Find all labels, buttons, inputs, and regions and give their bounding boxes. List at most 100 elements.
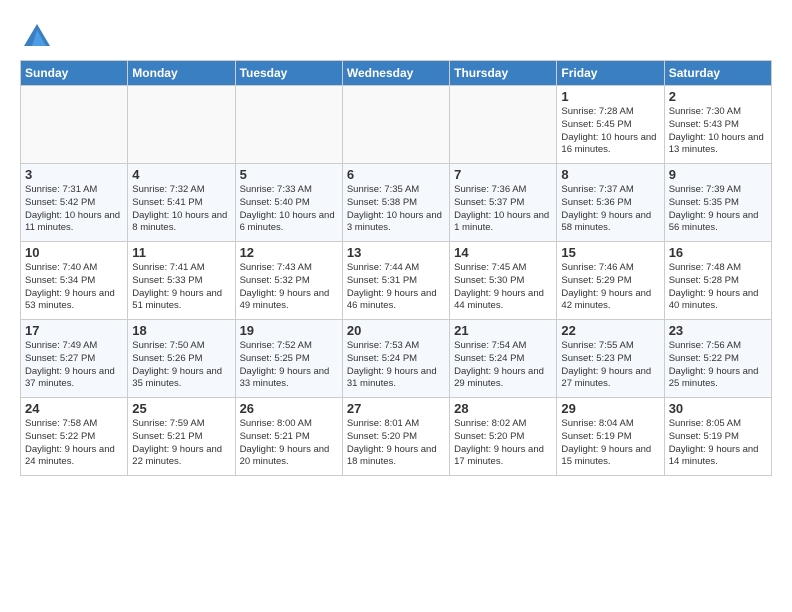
calendar-cell: 16 Sunrise: 7:48 AM Sunset: 5:28 PM Dayli…: [664, 242, 771, 320]
weekday-wednesday: Wednesday: [342, 61, 449, 86]
weekday-tuesday: Tuesday: [235, 61, 342, 86]
week-row-0: 1 Sunrise: 7:28 AM Sunset: 5:45 PM Daylig…: [21, 86, 772, 164]
day-number: 3: [25, 167, 123, 182]
calendar-cell: 20 Sunrise: 7:53 AM Sunset: 5:24 PM Dayli…: [342, 320, 449, 398]
day-info: Sunrise: 7:32 AM Sunset: 5:41 PM Dayligh…: [132, 184, 230, 235]
day-number: 26: [240, 401, 338, 416]
day-info: Sunrise: 8:01 AM Sunset: 5:20 PM Dayligh…: [347, 418, 445, 469]
calendar-cell: 19 Sunrise: 7:52 AM Sunset: 5:25 PM Dayli…: [235, 320, 342, 398]
calendar: SundayMondayTuesdayWednesdayThursdayFrid…: [20, 60, 772, 476]
day-info: Sunrise: 7:37 AM Sunset: 5:36 PM Dayligh…: [561, 184, 659, 235]
calendar-cell: 2Sunrise: 7:30 AM Sunset: 5:43 PM Daylig…: [664, 86, 771, 164]
day-info: Sunrise: 7:56 AM Sunset: 5:22 PM Dayligh…: [669, 340, 767, 391]
day-info: Sunrise: 7:31 AM Sunset: 5:42 PM Dayligh…: [25, 184, 123, 235]
calendar-cell: 11Sunrise: 7:41 AM Sunset: 5:33 PM Dayli…: [128, 242, 235, 320]
calendar-cell: [450, 86, 557, 164]
day-info: Sunrise: 8:04 AM Sunset: 5:19 PM Dayligh…: [561, 418, 659, 469]
day-number: 6: [347, 167, 445, 182]
calendar-cell: 27 Sunrise: 8:01 AM Sunset: 5:20 PM Dayli…: [342, 398, 449, 476]
calendar-cell: 29 Sunrise: 8:04 AM Sunset: 5:19 PM Dayli…: [557, 398, 664, 476]
page: SundayMondayTuesdayWednesdayThursdayFrid…: [0, 0, 792, 492]
calendar-cell: 21 Sunrise: 7:54 AM Sunset: 5:24 PM Dayli…: [450, 320, 557, 398]
calendar-cell: 7Sunrise: 7:36 AM Sunset: 5:37 PM Daylig…: [450, 164, 557, 242]
header: [20, 16, 772, 50]
calendar-cell: 18 Sunrise: 7:50 AM Sunset: 5:26 PM Dayli…: [128, 320, 235, 398]
day-info: Sunrise: 7:45 AM Sunset: 5:30 PM Dayligh…: [454, 262, 552, 313]
day-info: Sunrise: 7:39 AM Sunset: 5:35 PM Dayligh…: [669, 184, 767, 235]
weekday-saturday: Saturday: [664, 61, 771, 86]
day-info: Sunrise: 7:59 AM Sunset: 5:21 PM Dayligh…: [132, 418, 230, 469]
week-row-4: 24 Sunrise: 7:58 AM Sunset: 5:22 PM Dayli…: [21, 398, 772, 476]
day-info: Sunrise: 8:05 AM Sunset: 5:19 PM Dayligh…: [669, 418, 767, 469]
day-info: Sunrise: 7:40 AM Sunset: 5:34 PM Dayligh…: [25, 262, 123, 313]
day-number: 27: [347, 401, 445, 416]
calendar-cell: 1 Sunrise: 7:28 AM Sunset: 5:45 PM Daylig…: [557, 86, 664, 164]
calendar-cell: 28 Sunrise: 8:02 AM Sunset: 5:20 PM Dayli…: [450, 398, 557, 476]
day-number: 28: [454, 401, 552, 416]
week-row-3: 17 Sunrise: 7:49 AM Sunset: 5:27 PM Dayli…: [21, 320, 772, 398]
day-number: 16: [669, 245, 767, 260]
day-info: Sunrise: 7:52 AM Sunset: 5:25 PM Dayligh…: [240, 340, 338, 391]
calendar-cell: 26 Sunrise: 8:00 AM Sunset: 5:21 PM Dayli…: [235, 398, 342, 476]
day-info: Sunrise: 8:02 AM Sunset: 5:20 PM Dayligh…: [454, 418, 552, 469]
day-info: Sunrise: 7:35 AM Sunset: 5:38 PM Dayligh…: [347, 184, 445, 235]
calendar-cell: 8Sunrise: 7:37 AM Sunset: 5:36 PM Daylig…: [557, 164, 664, 242]
day-number: 19: [240, 323, 338, 338]
calendar-cell: 6 Sunrise: 7:35 AM Sunset: 5:38 PM Daylig…: [342, 164, 449, 242]
day-number: 24: [25, 401, 123, 416]
day-number: 12: [240, 245, 338, 260]
calendar-cell: 25 Sunrise: 7:59 AM Sunset: 5:21 PM Dayli…: [128, 398, 235, 476]
day-info: Sunrise: 8:00 AM Sunset: 5:21 PM Dayligh…: [240, 418, 338, 469]
day-info: Sunrise: 7:43 AM Sunset: 5:32 PM Dayligh…: [240, 262, 338, 313]
logo-icon: [22, 20, 52, 50]
day-number: 9: [669, 167, 767, 182]
day-number: 21: [454, 323, 552, 338]
weekday-friday: Friday: [557, 61, 664, 86]
day-number: 11: [132, 245, 230, 260]
day-number: 15: [561, 245, 659, 260]
calendar-cell: 9 Sunrise: 7:39 AM Sunset: 5:35 PM Daylig…: [664, 164, 771, 242]
calendar-cell: 10 Sunrise: 7:40 AM Sunset: 5:34 PM Dayli…: [21, 242, 128, 320]
week-row-2: 10 Sunrise: 7:40 AM Sunset: 5:34 PM Dayli…: [21, 242, 772, 320]
weekday-thursday: Thursday: [450, 61, 557, 86]
day-number: 29: [561, 401, 659, 416]
day-info: Sunrise: 7:53 AM Sunset: 5:24 PM Dayligh…: [347, 340, 445, 391]
calendar-cell: [21, 86, 128, 164]
day-info: Sunrise: 7:49 AM Sunset: 5:27 PM Dayligh…: [25, 340, 123, 391]
day-info: Sunrise: 7:33 AM Sunset: 5:40 PM Dayligh…: [240, 184, 338, 235]
day-info: Sunrise: 7:48 AM Sunset: 5:28 PM Dayligh…: [669, 262, 767, 313]
calendar-cell: 4 Sunrise: 7:32 AM Sunset: 5:41 PM Daylig…: [128, 164, 235, 242]
day-number: 23: [669, 323, 767, 338]
calendar-cell: 15 Sunrise: 7:46 AM Sunset: 5:29 PM Dayli…: [557, 242, 664, 320]
calendar-cell: 12 Sunrise: 7:43 AM Sunset: 5:32 PM Dayli…: [235, 242, 342, 320]
calendar-cell: [342, 86, 449, 164]
calendar-cell: 22Sunrise: 7:55 AM Sunset: 5:23 PM Dayli…: [557, 320, 664, 398]
day-info: Sunrise: 7:44 AM Sunset: 5:31 PM Dayligh…: [347, 262, 445, 313]
calendar-cell: 17 Sunrise: 7:49 AM Sunset: 5:27 PM Dayli…: [21, 320, 128, 398]
weekday-sunday: Sunday: [21, 61, 128, 86]
calendar-cell: [128, 86, 235, 164]
day-number: 25: [132, 401, 230, 416]
day-info: Sunrise: 7:58 AM Sunset: 5:22 PM Dayligh…: [25, 418, 123, 469]
day-number: 4: [132, 167, 230, 182]
calendar-cell: [235, 86, 342, 164]
day-number: 18: [132, 323, 230, 338]
day-info: Sunrise: 7:55 AM Sunset: 5:23 PM Dayligh…: [561, 340, 659, 391]
day-info: Sunrise: 7:50 AM Sunset: 5:26 PM Dayligh…: [132, 340, 230, 391]
day-number: 1: [561, 89, 659, 104]
day-number: 7: [454, 167, 552, 182]
day-number: 20: [347, 323, 445, 338]
day-number: 2: [669, 89, 767, 104]
calendar-cell: 14 Sunrise: 7:45 AM Sunset: 5:30 PM Dayli…: [450, 242, 557, 320]
day-number: 10: [25, 245, 123, 260]
calendar-cell: 24 Sunrise: 7:58 AM Sunset: 5:22 PM Dayli…: [21, 398, 128, 476]
day-number: 14: [454, 245, 552, 260]
calendar-cell: 13Sunrise: 7:44 AM Sunset: 5:31 PM Dayli…: [342, 242, 449, 320]
day-info: Sunrise: 7:54 AM Sunset: 5:24 PM Dayligh…: [454, 340, 552, 391]
day-info: Sunrise: 7:46 AM Sunset: 5:29 PM Dayligh…: [561, 262, 659, 313]
weekday-header-row: SundayMondayTuesdayWednesdayThursdayFrid…: [21, 61, 772, 86]
day-number: 17: [25, 323, 123, 338]
day-info: Sunrise: 7:28 AM Sunset: 5:45 PM Dayligh…: [561, 106, 659, 157]
calendar-cell: 5 Sunrise: 7:33 AM Sunset: 5:40 PM Daylig…: [235, 164, 342, 242]
day-number: 5: [240, 167, 338, 182]
